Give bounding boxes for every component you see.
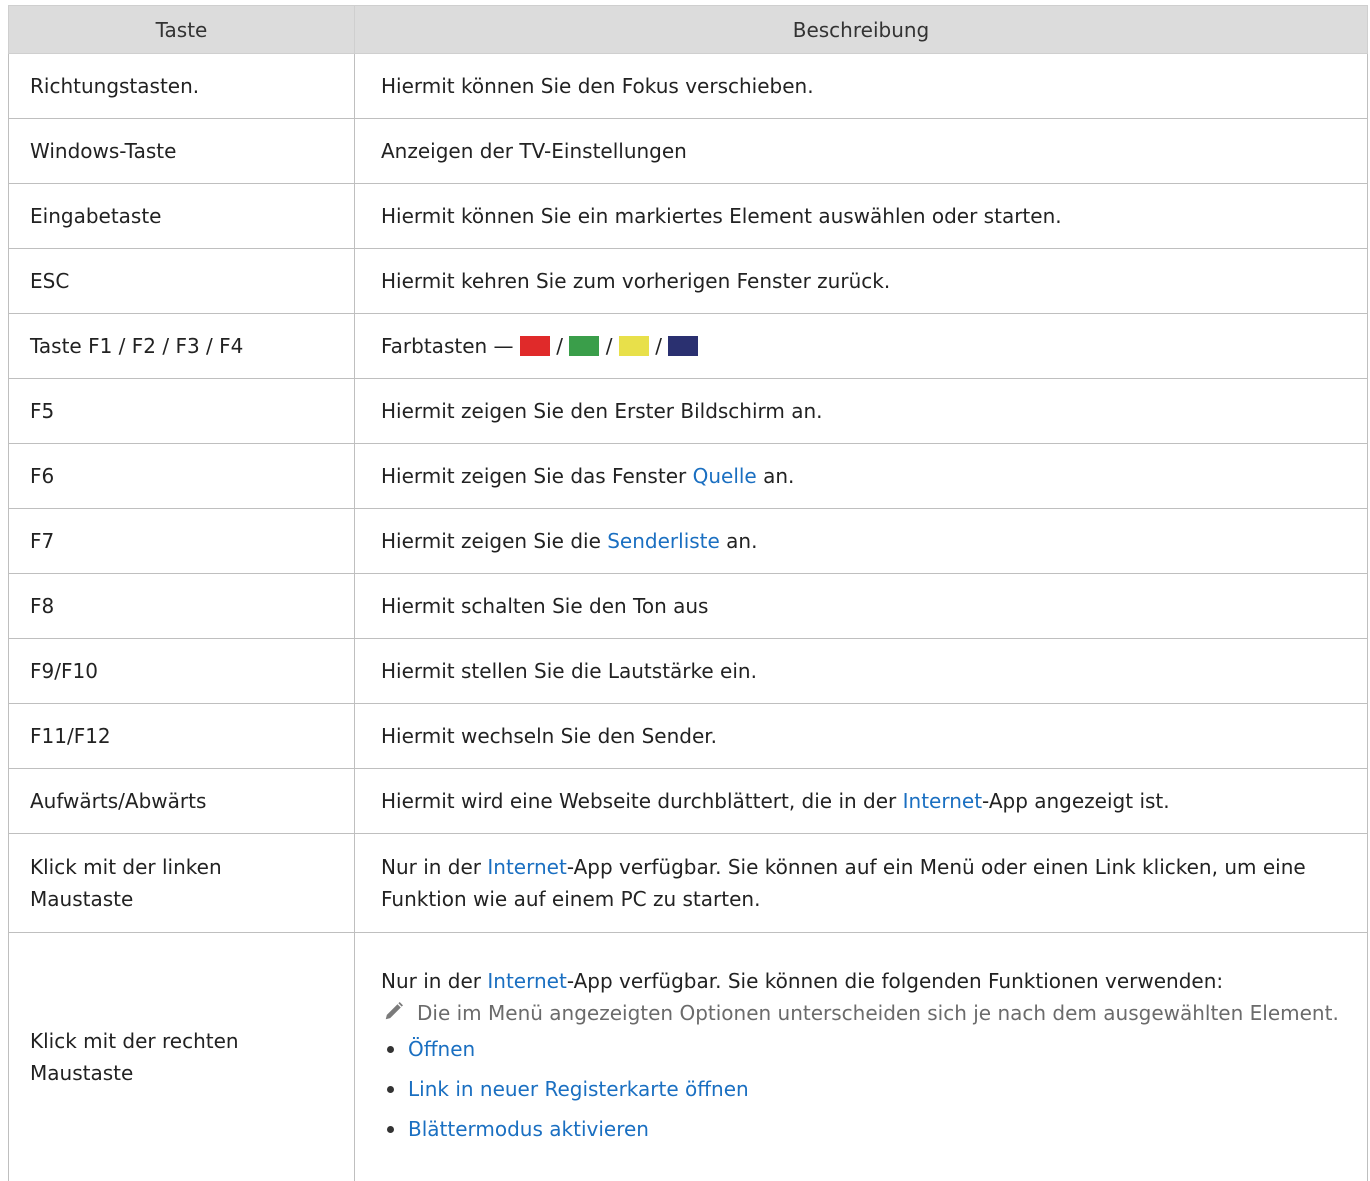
key-cell: F9/F10 (9, 639, 355, 704)
desc-cell: Hiermit können Sie den Fokus verschieben… (355, 54, 1368, 119)
table-row: F6 Hiermit zeigen Sie das Fenster Quelle… (9, 444, 1368, 509)
desc-cell: Hiermit kehren Sie zum vorherigen Fenste… (355, 249, 1368, 314)
list-item[interactable]: Link in neuer Registerkarte öffnen (381, 1069, 1357, 1109)
desc-text: Hiermit wird eine Webseite durchblättert… (381, 789, 903, 813)
internet-link[interactable]: Internet (903, 789, 982, 813)
desc-cell: Hiermit zeigen Sie den Erster Bildschirm… (355, 379, 1368, 444)
table-header-row: Taste Beschreibung (9, 6, 1368, 54)
table-row: F8 Hiermit schalten Sie den Ton aus (9, 574, 1368, 639)
desc-cell: Hiermit wird eine Webseite durchblättert… (355, 769, 1368, 834)
table-row: Eingabetaste Hiermit können Sie ein mark… (9, 184, 1368, 249)
green-key-swatch (569, 336, 599, 356)
header-taste: Taste (9, 6, 355, 54)
table-row: Klick mit der linken Maustaste Nur in der… (9, 834, 1368, 933)
key-cell: Richtungstasten. (9, 54, 355, 119)
key-cell: Klick mit der linken Maustaste (9, 834, 355, 933)
key-text-line: Klick mit der rechten (30, 1029, 239, 1053)
note-text: Die im Menü angezeigten Optionen untersc… (417, 997, 1339, 1029)
desc-text: Nur in der (381, 855, 487, 879)
key-cell: Windows-Taste (9, 119, 355, 184)
table-row: Richtungstasten. Hiermit können Sie den … (9, 54, 1368, 119)
desc-text: Hiermit zeigen Sie das Fenster (381, 464, 693, 488)
desc-text: Nur in der (381, 969, 487, 993)
table-row: F9/F10 Hiermit stellen Sie die Lautstärk… (9, 639, 1368, 704)
option-oeffnen[interactable]: Öffnen (408, 1033, 475, 1065)
desc-cell: Hiermit stellen Sie die Lautstärke ein. (355, 639, 1368, 704)
desc-text: Hiermit zeigen Sie die (381, 529, 607, 553)
desc-cell: Nur in der Internet-App verfügbar. Sie k… (355, 933, 1368, 1181)
desc-text: an. (757, 464, 795, 488)
table-row: Klick mit der rechten Maustaste Nur in de… (9, 933, 1368, 1181)
key-cell: F11/F12 (9, 704, 355, 769)
red-key-swatch (520, 336, 550, 356)
key-cell: Klick mit der rechten Maustaste (9, 933, 355, 1181)
keyboard-keys-table: Taste Beschreibung Richtungstasten. Hier… (8, 5, 1368, 1181)
note: Die im Menü angezeigten Optionen untersc… (381, 997, 1357, 1029)
key-text-line: Klick mit der linken (30, 855, 222, 879)
desc-cell: Hiermit können Sie ein markiertes Elemen… (355, 184, 1368, 249)
header-beschreibung: Beschreibung (355, 6, 1368, 54)
desc-cell: Hiermit schalten Sie den Ton aus (355, 574, 1368, 639)
separator: / (655, 334, 662, 358)
table-row: Windows-Taste Anzeigen der TV-Einstellun… (9, 119, 1368, 184)
desc-cell: Hiermit zeigen Sie die Senderliste an. (355, 509, 1368, 574)
table-row: Taste F1 / F2 / F3 / F4 Farbtasten — / /… (9, 314, 1368, 379)
desc-cell: Hiermit zeigen Sie das Fenster Quelle an… (355, 444, 1368, 509)
key-cell: ESC (9, 249, 355, 314)
desc-text: an. (720, 529, 758, 553)
key-text-line: Maustaste (30, 1061, 133, 1085)
desc-text: -App verfügbar. Sie können die folgenden… (567, 969, 1223, 993)
desc-text: -App angezeigt ist. (982, 789, 1170, 813)
key-cell: F5 (9, 379, 355, 444)
pencil-icon (383, 1000, 405, 1022)
table-row: F5 Hiermit zeigen Sie den Erster Bildsch… (9, 379, 1368, 444)
key-text-line: Maustaste (30, 887, 133, 911)
table-row: Aufwärts/Abwärts Hiermit wird eine Webse… (9, 769, 1368, 834)
separator: / (606, 334, 613, 358)
key-cell: Taste F1 / F2 / F3 / F4 (9, 314, 355, 379)
table-row: F11/F12 Hiermit wechseln Sie den Sender. (9, 704, 1368, 769)
desc-cell: Nur in der Internet-App verfügbar. Sie k… (355, 834, 1368, 933)
table-row: ESC Hiermit kehren Sie zum vorherigen Fe… (9, 249, 1368, 314)
internet-link[interactable]: Internet (487, 855, 566, 879)
desc-intro: Nur in der Internet-App verfügbar. Sie k… (381, 965, 1357, 997)
key-cell: F7 (9, 509, 355, 574)
list-item[interactable]: Blättermodus aktivieren (381, 1109, 1357, 1149)
yellow-key-swatch (619, 336, 649, 356)
desc-cell: Farbtasten — / / / (355, 314, 1368, 379)
key-cell: Aufwärts/Abwärts (9, 769, 355, 834)
blue-key-swatch (668, 336, 698, 356)
senderliste-link[interactable]: Senderliste (607, 529, 720, 553)
key-table-container: Taste Beschreibung Richtungstasten. Hier… (8, 5, 1367, 1181)
desc-cell: Hiermit wechseln Sie den Sender. (355, 704, 1368, 769)
quelle-link[interactable]: Quelle (693, 464, 757, 488)
list-item[interactable]: Öffnen (381, 1029, 1357, 1069)
key-cell: F8 (9, 574, 355, 639)
separator: / (556, 334, 563, 358)
bullet-icon (387, 1086, 394, 1093)
option-blaettermodus[interactable]: Blättermodus aktivieren (408, 1113, 649, 1145)
key-cell: Eingabetaste (9, 184, 355, 249)
options-list: Öffnen Link in neuer Registerkarte öffne… (381, 1029, 1357, 1149)
color-keys-label: Farbtasten — (381, 334, 520, 358)
bullet-icon (387, 1126, 394, 1133)
option-link-in-neuer-registerkarte[interactable]: Link in neuer Registerkarte öffnen (408, 1073, 749, 1105)
internet-link[interactable]: Internet (487, 969, 566, 993)
desc-cell: Anzeigen der TV-Einstellungen (355, 119, 1368, 184)
key-cell: F6 (9, 444, 355, 509)
table-row: F7 Hiermit zeigen Sie die Senderliste an… (9, 509, 1368, 574)
bullet-icon (387, 1046, 394, 1053)
